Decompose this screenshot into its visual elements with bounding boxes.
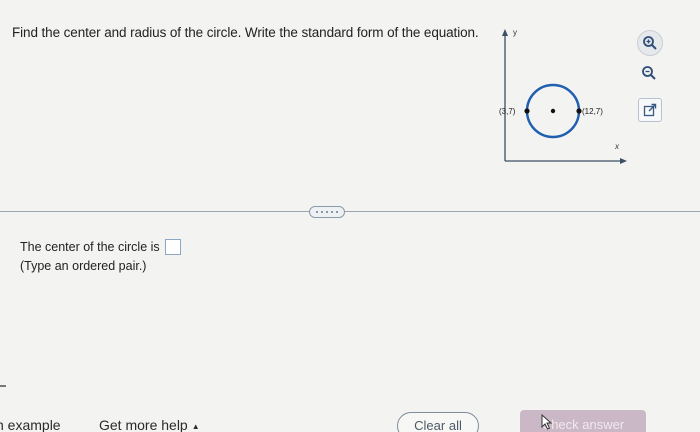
view-example-label: n example — [0, 417, 61, 432]
external-link-icon — [643, 103, 657, 117]
circle-graph: y x (3,7) (12,7) — [499, 28, 627, 164]
zoom-out-button[interactable] — [638, 62, 660, 84]
center-answer-input[interactable] — [164, 239, 181, 255]
view-example-link[interactable]: n example — [0, 417, 61, 432]
left-point-label: (3,7) — [499, 107, 516, 116]
center-point — [550, 108, 556, 114]
handle-dot — [331, 211, 333, 213]
side-marker — [0, 385, 6, 387]
answer-row: The center of the circle is — [20, 239, 181, 255]
question-text: Find the center and radius of the circle… — [12, 25, 479, 40]
handle-dot — [326, 211, 328, 213]
handle-dot — [316, 211, 318, 213]
y-axis-label: y — [513, 28, 517, 37]
divider-drag-handle[interactable] — [309, 206, 345, 218]
zoom-out-icon — [642, 66, 656, 80]
clear-all-button[interactable]: Clear all — [397, 412, 479, 432]
answer-prompt: The center of the circle is — [20, 240, 160, 254]
x-axis-arrow — [620, 158, 627, 164]
section-divider — [0, 211, 700, 212]
handle-dot — [336, 211, 338, 213]
check-answer-button[interactable]: Check answer — [520, 410, 646, 432]
x-axis-label: x — [614, 142, 620, 151]
left-point — [524, 108, 530, 114]
handle-dot — [321, 211, 323, 213]
pointer-cursor-icon — [541, 414, 553, 430]
answer-hint: (Type an ordered pair.) — [20, 259, 147, 273]
caret-up-icon: ▲ — [191, 421, 200, 431]
get-more-help-link[interactable]: Get more help ▲ — [99, 417, 200, 432]
y-axis-arrow — [502, 29, 508, 36]
screen: Find the center and radius of the circle… — [0, 0, 700, 432]
right-point — [576, 108, 582, 114]
zoom-in-icon — [643, 36, 657, 50]
right-point-label: (12,7) — [582, 107, 603, 116]
zoom-in-button[interactable] — [637, 30, 663, 56]
popout-button[interactable] — [638, 98, 662, 122]
get-more-help-label: Get more help — [99, 417, 188, 432]
